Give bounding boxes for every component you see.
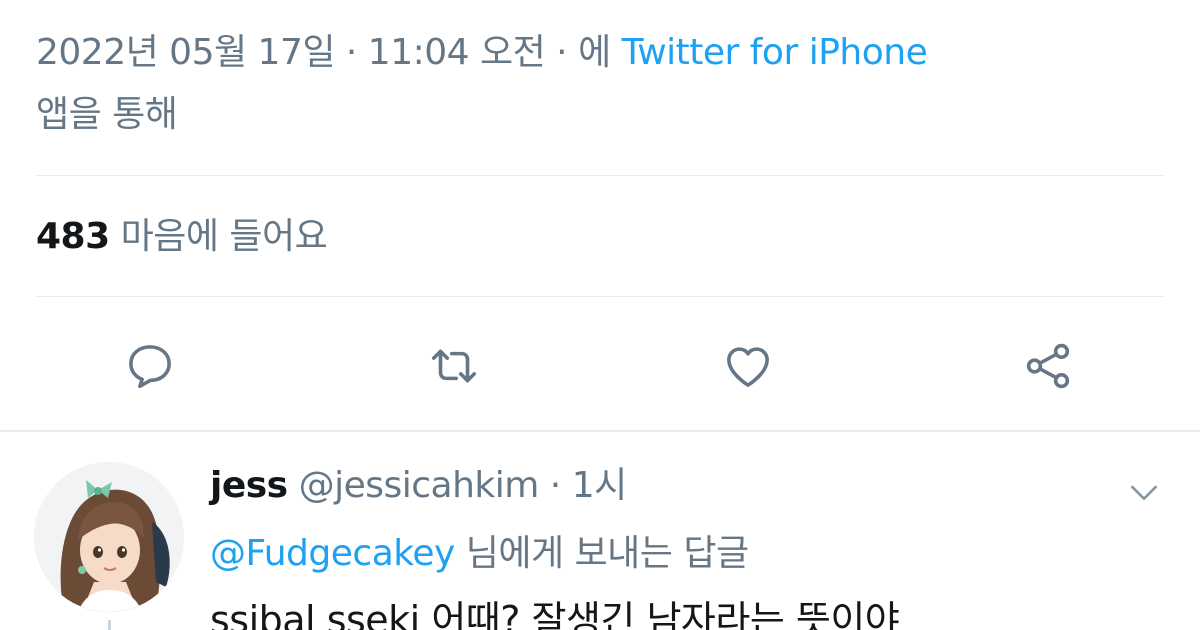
more-options-button[interactable] <box>1124 472 1164 512</box>
avatar-illustration <box>34 462 184 612</box>
reply-icon <box>129 345 171 389</box>
tweet-via: 앱을 통해 <box>36 94 178 135</box>
display-name[interactable]: jess <box>210 465 288 506</box>
likes-count: 483 <box>36 216 110 257</box>
like-button[interactable] <box>712 330 784 402</box>
user-handle[interactable]: @jessicahkim <box>299 465 540 506</box>
divider <box>36 175 1164 176</box>
replying-to: @Fudgecakey 님에게 보내는 답글 <box>210 528 749 580</box>
tweet-detail-view: 2022년 05월 17일 · 11:04 오전 · 에 Twitter for… <box>0 0 1200 630</box>
action-bar <box>0 330 1200 402</box>
reply-text: ssibal sseki 어때? 잘생긴 남자라는 뜻이야 <box>210 598 900 630</box>
likes-stat[interactable]: 483 마음에 들어요 <box>36 212 328 262</box>
mention-link[interactable]: @Fudgecakey <box>210 533 455 574</box>
share-icon <box>1026 343 1070 389</box>
separator: · <box>549 465 561 506</box>
tweet-source-link[interactable]: Twitter for iPhone <box>622 32 928 73</box>
tweet-meta: 2022년 05월 17일 · 11:04 오전 · 에 Twitter for… <box>36 22 1156 146</box>
replying-suffix: 님에게 보내는 답글 <box>465 533 749 574</box>
reply-button[interactable] <box>114 330 186 402</box>
heart-icon <box>727 347 769 387</box>
reply-tweet[interactable]: jess @jessicahkim · 1시 @Fudgecakey 님에게 보… <box>0 432 1200 630</box>
avatar[interactable] <box>34 462 184 612</box>
divider <box>36 296 1164 297</box>
retweet-button[interactable] <box>418 330 490 402</box>
likes-label: 마음에 들어요 <box>120 216 328 257</box>
thread-line <box>108 620 111 630</box>
reply-header: jess @jessicahkim · 1시 <box>210 460 627 512</box>
chevron-down-icon <box>1131 485 1157 500</box>
tweet-time[interactable]: 1시 <box>572 465 628 506</box>
share-button[interactable] <box>1012 330 1084 402</box>
retweet-icon <box>431 349 477 383</box>
tweet-timestamp: 2022년 05월 17일 · 11:04 오전 · 에 <box>36 32 611 73</box>
